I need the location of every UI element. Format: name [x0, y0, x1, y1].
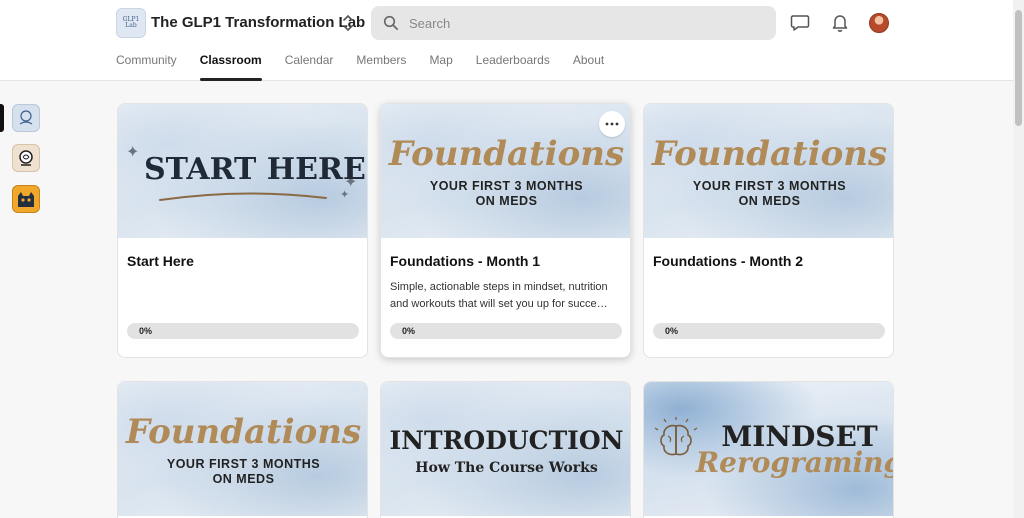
course-card-start-here[interactable]: ✦ ✦ ✦ START HERE Start Here 0% [117, 103, 368, 358]
tab-members[interactable]: Members [356, 52, 406, 81]
swoosh-decoration [159, 192, 327, 201]
tab-calendar[interactable]: Calendar [285, 52, 334, 81]
cover-title: INTRODUCTION [389, 426, 624, 455]
tab-classroom[interactable]: Classroom [199, 52, 262, 81]
tab-leaderboards[interactable]: Leaderboards [476, 52, 550, 81]
course-card-foundations-month-3[interactable]: Foundations YOUR FIRST 3 MONTHS ON MEDS [117, 381, 368, 518]
search-icon [383, 15, 399, 31]
course-cover: INTRODUCTION How The Course Works [381, 382, 630, 516]
course-progress-bar: 0% [390, 323, 622, 339]
progress-label: 0% [665, 326, 679, 336]
ellipsis-icon [605, 122, 619, 126]
cover-script-title: Foundations [651, 134, 888, 174]
tab-community[interactable]: Community [116, 52, 177, 81]
cover-subtitle-line-1: YOUR FIRST 3 MONTHS [429, 179, 584, 193]
group-logo[interactable]: GLP1 Lab [116, 8, 146, 38]
sparkle-icon: ✦ [340, 189, 350, 201]
main-nav-tabs: Community Classroom Calendar Members Map… [116, 52, 627, 81]
tab-map[interactable]: Map [429, 52, 452, 81]
progress-label: 0% [402, 326, 416, 336]
group-logo-text: GLP1 Lab [122, 16, 140, 29]
cover-subtitle-line-2: ON MEDS [738, 194, 801, 208]
cover-script-title: Foundations [388, 134, 625, 174]
top-header: GLP1 Lab The GLP1 Transformation Lab Com… [0, 0, 1024, 81]
course-card-foundations-month-1[interactable]: Foundations YOUR FIRST 3 MONTHS ON MEDS … [380, 103, 631, 358]
course-progress-bar: 0% [127, 323, 359, 339]
bell-icon[interactable] [828, 11, 852, 35]
group-name[interactable]: The GLP1 Transformation Lab [151, 14, 365, 31]
brain-logo-icon [19, 150, 33, 166]
user-avatar[interactable] [869, 13, 889, 33]
group-switcher-chevron-icon[interactable] [340, 12, 356, 34]
search-input[interactable] [409, 6, 759, 40]
rail-active-indicator [0, 104, 4, 132]
course-cover: ✦ ✦ ✦ START HERE [118, 104, 367, 238]
course-cover: Foundations YOUR FIRST 3 MONTHS ON MEDS [381, 104, 630, 238]
rail-group-glp1-lab[interactable] [12, 104, 40, 132]
course-cover: MINDSET Rerograming [644, 382, 894, 516]
cover-subtitle: How The Course Works [415, 460, 598, 476]
course-title: Start Here [127, 253, 194, 269]
cover-title: START HERE [144, 152, 366, 187]
rail-group-cat[interactable] [12, 185, 40, 213]
chat-icon[interactable] [788, 11, 812, 35]
tab-about[interactable]: About [573, 52, 604, 81]
course-cover: Foundations YOUR FIRST 3 MONTHS ON MEDS [644, 104, 893, 238]
course-description: Simple, actionable steps in mindset, nut… [390, 281, 608, 310]
course-cover: Foundations YOUR FIRST 3 MONTHS ON MEDS [118, 382, 367, 516]
cover-script-title: Foundations [125, 412, 362, 452]
scrollbar-thumb[interactable] [1015, 10, 1022, 126]
course-card-foundations-month-2[interactable]: Foundations YOUR FIRST 3 MONTHS ON MEDS … [643, 103, 894, 358]
sparkle-icon: ✦ [126, 144, 140, 161]
glp1-logo-icon [19, 110, 33, 125]
course-title: Foundations - Month 2 [653, 253, 804, 269]
course-title: Foundations - Month 1 [390, 253, 541, 269]
page-scrollbar[interactable] [1013, 0, 1024, 518]
cover-script-title: Rerograming [695, 446, 894, 479]
cover-subtitle-line-2: ON MEDS [212, 472, 275, 486]
cat-logo-icon [18, 192, 34, 207]
course-card-introduction[interactable]: INTRODUCTION How The Course Works [380, 381, 631, 518]
cover-subtitle-line-1: YOUR FIRST 3 MONTHS [692, 179, 847, 193]
progress-label: 0% [139, 326, 153, 336]
cover-subtitle-line-2: ON MEDS [475, 194, 538, 208]
search-bar[interactable] [371, 6, 776, 40]
course-progress-bar: 0% [653, 323, 885, 339]
cover-subtitle-line-1: YOUR FIRST 3 MONTHS [166, 457, 321, 471]
more-options-button[interactable] [599, 111, 625, 137]
course-card-mindset[interactable]: MINDSET Rerograming [643, 381, 894, 518]
rail-group-brain[interactable] [12, 144, 40, 172]
